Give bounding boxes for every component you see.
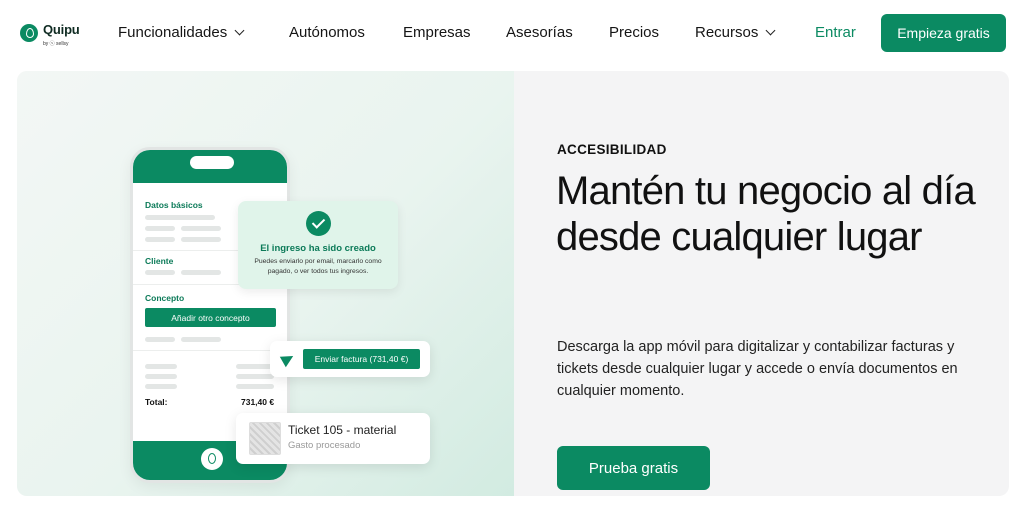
send-invoice-button[interactable]: Enviar factura (731,40 €) — [303, 349, 420, 369]
nav-asesorias[interactable]: Asesorías — [506, 24, 573, 41]
nav-label: Empresas — [403, 24, 471, 41]
phone-notch — [190, 156, 234, 169]
quipu-app-icon — [201, 448, 223, 470]
placeholder-line — [236, 364, 274, 369]
hero-headline: Mantén tu negocio al día desde cualquier… — [556, 169, 976, 259]
quipu-logo[interactable]: Quipu by ⓢ sellsy — [20, 22, 80, 50]
placeholder-line — [145, 337, 175, 342]
nav-precios[interactable]: Precios — [609, 24, 659, 41]
ticket-title: Ticket 105 - material — [288, 423, 397, 437]
chevron-down-icon — [234, 25, 245, 36]
ticket-card: Ticket 105 - material Gasto procesado — [236, 413, 430, 464]
placeholder-line — [145, 237, 175, 242]
placeholder-line — [145, 374, 177, 379]
phone-section-concept: Concepto — [145, 293, 185, 303]
placeholder-line — [181, 270, 221, 275]
chevron-down-icon — [765, 25, 776, 36]
brand-name: Quipu — [43, 22, 80, 37]
nav-label: Funcionalidades — [118, 24, 228, 41]
placeholder-line — [181, 237, 221, 242]
nav-funcionalidades[interactable]: Funcionalidades — [118, 24, 245, 41]
phone-divider — [133, 350, 287, 351]
notification-body: Puedes enviarlo por email, marcarlo como… — [254, 258, 382, 275]
nav-label: Precios — [609, 24, 660, 41]
top-navigation: Quipu by ⓢ sellsy Funcionalidades Autóno… — [0, 0, 1032, 68]
placeholder-line — [236, 384, 274, 389]
placeholder-line — [145, 215, 215, 220]
placeholder-line — [145, 384, 177, 389]
phone-section-basic-data: Datos básicos — [145, 200, 203, 210]
check-circle-icon — [306, 211, 331, 236]
total-label: Total: — [145, 397, 168, 407]
section-eyebrow: ACCESIBILIDAD — [557, 142, 667, 157]
nav-empresas[interactable]: Empresas — [403, 24, 471, 41]
nav-recursos[interactable]: Recursos — [695, 24, 776, 41]
nav-label: Recursos — [695, 24, 759, 41]
hero-description: Descarga la app móvil para digitalizar y… — [557, 339, 958, 399]
send-invoice-card: Enviar factura (731,40 €) — [270, 341, 430, 377]
nav-label: Autónomos — [289, 24, 365, 41]
brand-sub: by ⓢ sellsy — [43, 41, 69, 47]
nav-label: Asesorías — [506, 24, 573, 41]
hero-section: Datos básicos Cliente Concepto Añadir ot… — [17, 71, 1009, 496]
nav-autonomos[interactable]: Autónomos — [289, 24, 365, 41]
quipu-logo-icon — [20, 24, 38, 42]
placeholder-line — [181, 337, 221, 342]
notification-title: El ingreso ha sido creado — [260, 243, 376, 254]
hero-illustration: Datos básicos Cliente Concepto Añadir ot… — [17, 71, 514, 496]
invoice-created-notification: El ingreso ha sido creado Puedes enviarl… — [238, 201, 398, 289]
receipt-thumbnail — [249, 422, 281, 455]
total-value: 731,40 € — [241, 397, 275, 407]
ticket-status: Gasto procesado — [288, 440, 361, 451]
start-free-button[interactable]: Empieza gratis — [881, 14, 1006, 52]
phone-section-client: Cliente — [145, 256, 174, 266]
send-icon — [279, 350, 297, 368]
placeholder-line — [145, 270, 175, 275]
placeholder-line — [181, 226, 221, 231]
login-link[interactable]: Entrar — [815, 24, 856, 41]
add-concept-button[interactable]: Añadir otro concepto — [145, 308, 276, 327]
placeholder-line — [145, 226, 175, 231]
placeholder-line — [236, 374, 274, 379]
placeholder-line — [145, 364, 177, 369]
phone-header — [133, 150, 287, 183]
try-free-button[interactable]: Prueba gratis — [557, 446, 710, 490]
